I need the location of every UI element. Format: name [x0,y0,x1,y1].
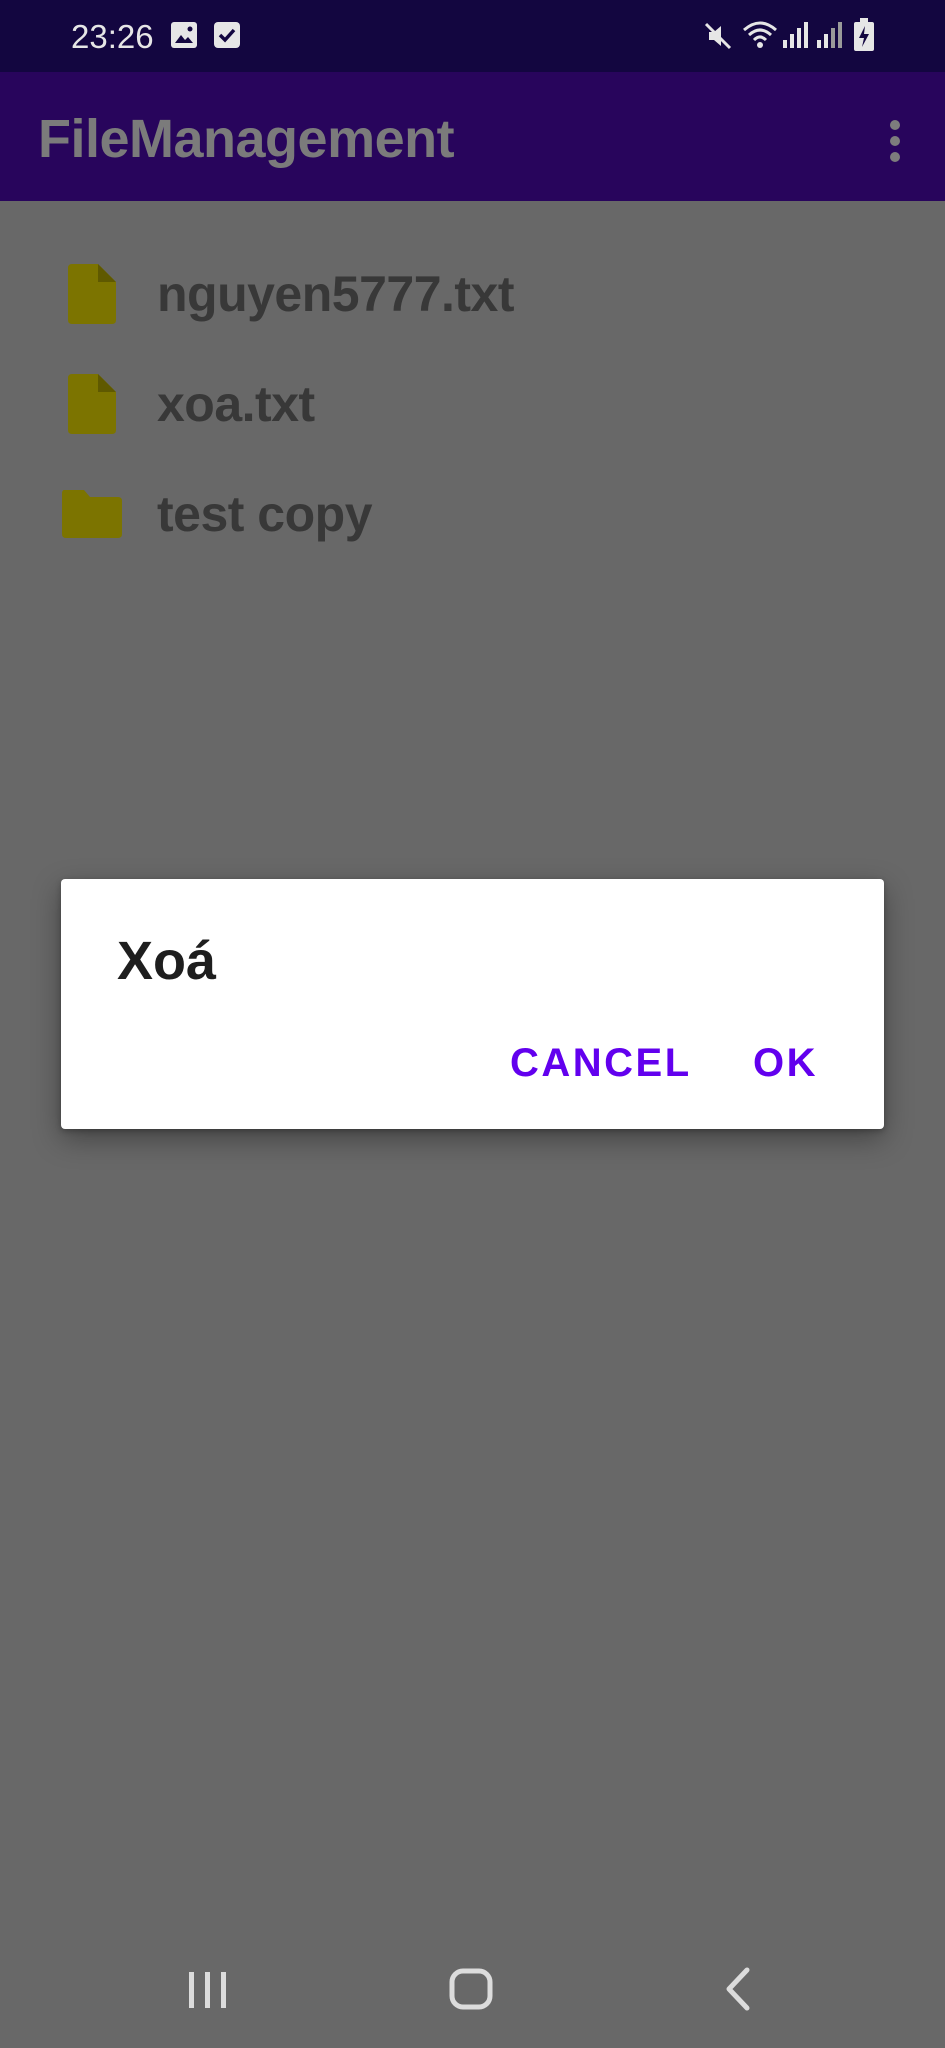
status-bar: 23:26 [0,0,945,72]
file-name: nguyen5777.txt [157,266,515,322]
signal-icon [783,22,808,48]
file-name: test copy [157,486,373,542]
list-item[interactable]: test copy [0,464,945,564]
app-title: FileManagement [38,109,455,169]
file-icon [68,374,116,434]
nav-bar [0,1928,945,2048]
status-time: 23:26 [71,18,154,55]
file-name: xoa.txt [157,376,315,432]
image-icon [171,22,197,48]
ok-button[interactable]: OK [753,1039,818,1087]
battery-charging-icon [854,18,874,51]
list-item[interactable]: nguyen5777.txt [0,244,945,344]
dialog-title: Xoá [117,931,217,991]
list-item[interactable]: xoa.txt [0,354,945,454]
delete-dialog: Xoá CANCEL OK [61,879,884,1129]
home-icon[interactable] [411,1950,531,2026]
app-bar: FileManagement [0,72,945,201]
recent-apps-icon[interactable] [147,1950,267,2026]
back-icon[interactable] [677,1950,797,2026]
folder-icon [62,490,122,538]
signal-icon [817,22,842,48]
cancel-button[interactable]: CANCEL [510,1039,692,1087]
more-vert-icon[interactable] [878,116,912,166]
wifi-icon [743,21,777,48]
file-icon [68,264,116,324]
mute-icon [704,22,732,50]
checkbox-icon [214,22,240,48]
